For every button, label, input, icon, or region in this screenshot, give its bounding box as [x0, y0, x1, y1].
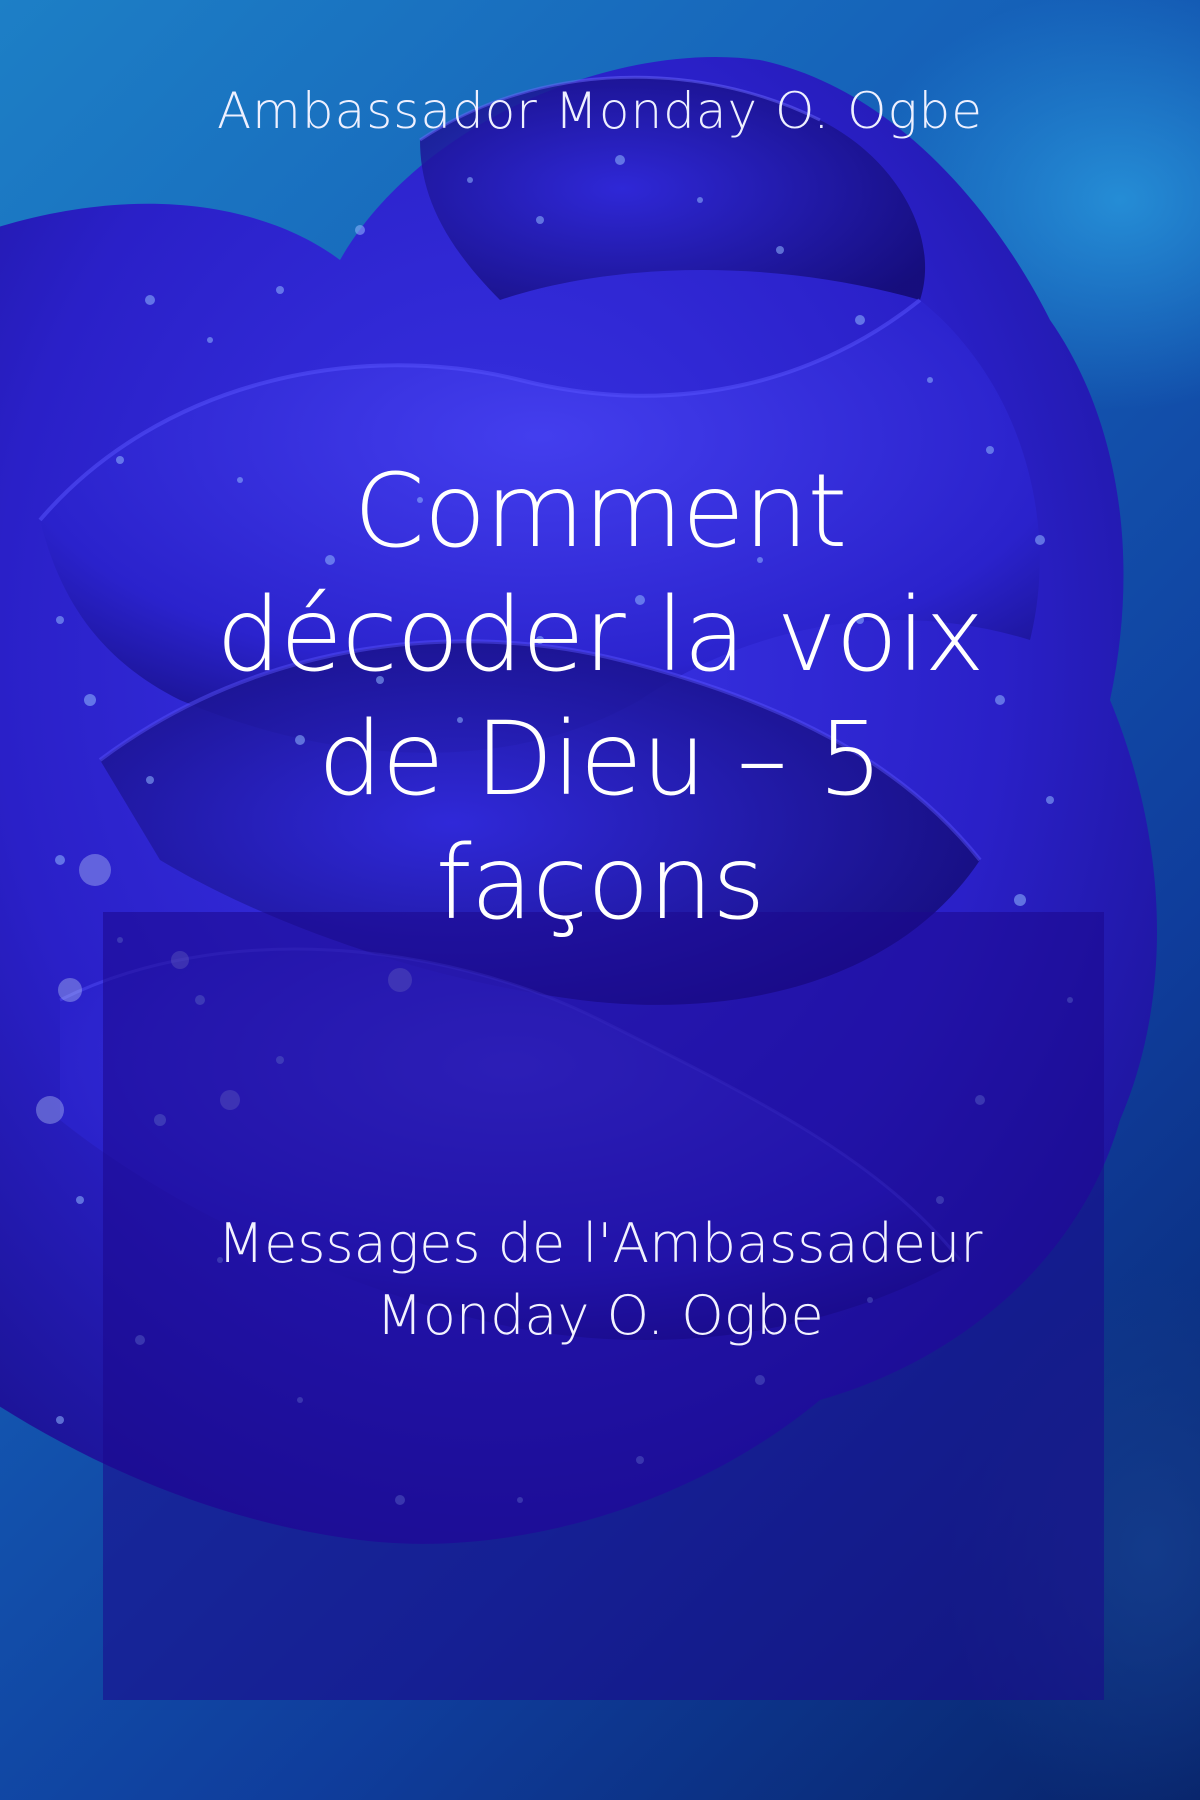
author-name: Ambassador Monday O. Ogbe [216, 82, 984, 140]
subtitle-line: Messages de l'Ambassadeur [217, 1212, 983, 1275]
subtitle-line: Monday O. Ogbe [376, 1284, 824, 1347]
book-title: Comment décoder la voix de Dieu – 5 faço… [100, 450, 1100, 946]
title-line: de Dieu – 5 [318, 700, 883, 819]
book-cover: Ambassador Monday O. Ogbe Comment décode… [0, 0, 1200, 1800]
title-line: décoder la voix [216, 576, 985, 695]
title-line: Comment [353, 452, 848, 571]
title-line: façons [435, 824, 766, 943]
book-subtitle: Messages de l'Ambassadeur Monday O. Ogbe [100, 1208, 1100, 1352]
